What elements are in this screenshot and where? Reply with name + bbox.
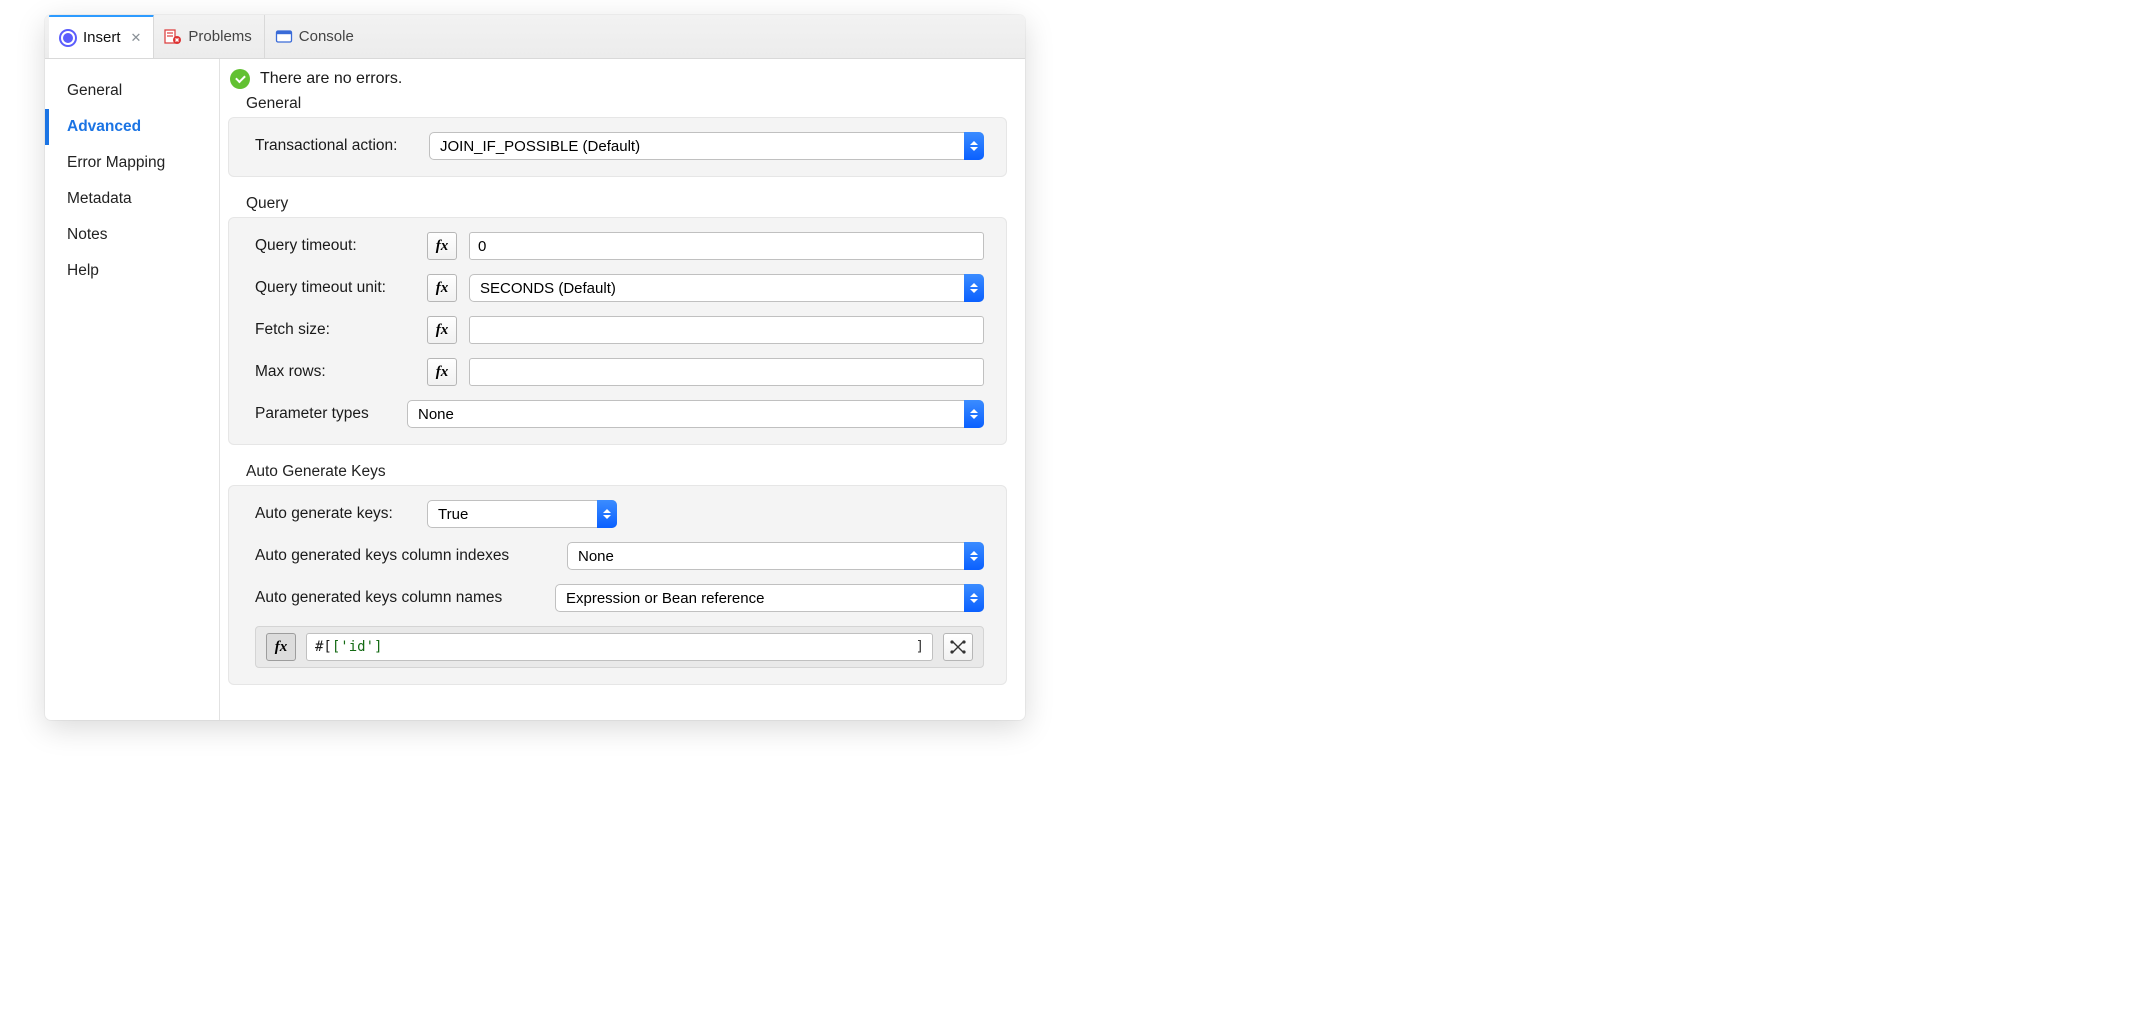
query-timeout-label: Query timeout: (255, 237, 415, 255)
transactional-action-value[interactable]: JOIN_IF_POSSIBLE (Default) (429, 132, 984, 160)
sidebar-item-advanced[interactable]: Advanced (45, 109, 219, 145)
tab-console[interactable]: Console (265, 15, 366, 58)
parameter-types-value[interactable]: None (407, 400, 984, 428)
fetch-size-input[interactable] (469, 316, 984, 344)
tab-label: Insert (83, 29, 121, 46)
max-rows-input[interactable] (469, 358, 984, 386)
sidebar-item-notes[interactable]: Notes (45, 217, 219, 253)
auto-generate-keys-select[interactable]: True (427, 500, 617, 528)
tab-insert[interactable]: Insert ✕ (49, 15, 154, 58)
autogen-col-indexes-label: Auto generated keys column indexes (255, 547, 555, 565)
max-rows-label: Max rows: (255, 363, 415, 381)
query-timeout-unit-label: Query timeout unit: (255, 279, 415, 297)
parameter-types-label: Parameter types (255, 405, 395, 423)
status-text: There are no errors. (260, 70, 402, 88)
sidebar-item-error-mapping[interactable]: Error Mapping (45, 145, 219, 181)
sidebar-item-label: Metadata (67, 190, 132, 207)
autogen-col-indexes-value[interactable]: None (567, 542, 984, 570)
map-button[interactable] (943, 633, 973, 661)
section-general: Transactional action: JOIN_IF_POSSIBLE (… (228, 117, 1007, 177)
tab-problems[interactable]: Problems (154, 15, 264, 58)
sidebar-item-general[interactable]: General (45, 73, 219, 109)
check-icon (230, 69, 250, 89)
auto-generate-keys-value[interactable]: True (427, 500, 617, 528)
sidebar-item-help[interactable]: Help (45, 253, 219, 289)
sidebar-item-label: Error Mapping (67, 154, 165, 171)
fx-button[interactable]: fx (427, 274, 457, 302)
validation-status: There are no errors. (230, 69, 1007, 89)
console-icon (275, 28, 293, 46)
fetch-size-label: Fetch size: (255, 321, 415, 339)
section-autogen: Auto generate keys: True Auto generated … (228, 485, 1007, 685)
insert-icon (59, 29, 77, 47)
section-query: Query timeout: fx Query timeout unit: fx… (228, 217, 1007, 445)
sidebar-item-label: Help (67, 262, 99, 279)
section-title-query: Query (246, 195, 1007, 213)
tab-label: Console (299, 28, 354, 45)
fx-button[interactable]: fx (427, 316, 457, 344)
transactional-action-select[interactable]: JOIN_IF_POSSIBLE (Default) (429, 132, 984, 160)
section-title-general: General (246, 95, 1007, 113)
main-content: There are no errors. General Transaction… (220, 59, 1025, 720)
autogen-col-names-label: Auto generated keys column names (255, 589, 543, 607)
sidebar-item-metadata[interactable]: Metadata (45, 181, 219, 217)
fx-button[interactable]: fx (427, 232, 457, 260)
fx-button[interactable]: fx (266, 633, 296, 661)
expression-prefix: #[ (315, 639, 332, 655)
expression-suffix: ] (916, 639, 924, 655)
autogen-col-indexes-select[interactable]: None (567, 542, 984, 570)
autogen-col-names-value[interactable]: Expression or Bean reference (555, 584, 984, 612)
autogen-col-names-select[interactable]: Expression or Bean reference (555, 584, 984, 612)
config-window: Insert ✕ Problems Console General Adv (45, 15, 1025, 720)
query-timeout-unit-value[interactable]: SECONDS (Default) (469, 274, 984, 302)
close-icon[interactable]: ✕ (131, 30, 142, 46)
fx-button[interactable]: fx (427, 358, 457, 386)
sidebar-item-label: Advanced (67, 118, 141, 135)
parameter-types-select[interactable]: None (407, 400, 984, 428)
editor-tabstrip: Insert ✕ Problems Console (45, 15, 1025, 59)
problems-icon (164, 28, 182, 46)
tab-label: Problems (188, 28, 251, 45)
expression-input[interactable]: #[ ['id'] ] (306, 633, 933, 661)
expression-code: ['id'] (332, 639, 383, 655)
query-timeout-input[interactable] (469, 232, 984, 260)
query-timeout-unit-select[interactable]: SECONDS (Default) (469, 274, 984, 302)
sidebar-nav: General Advanced Error Mapping Metadata … (45, 59, 220, 720)
sidebar-item-label: Notes (67, 226, 108, 243)
expression-row: fx #[ ['id'] ] (255, 626, 984, 668)
transactional-action-label: Transactional action: (255, 137, 417, 155)
section-title-autogen: Auto Generate Keys (246, 463, 1007, 481)
sidebar-item-label: General (67, 82, 122, 99)
mapping-icon (949, 639, 967, 655)
auto-generate-keys-label: Auto generate keys: (255, 505, 415, 523)
